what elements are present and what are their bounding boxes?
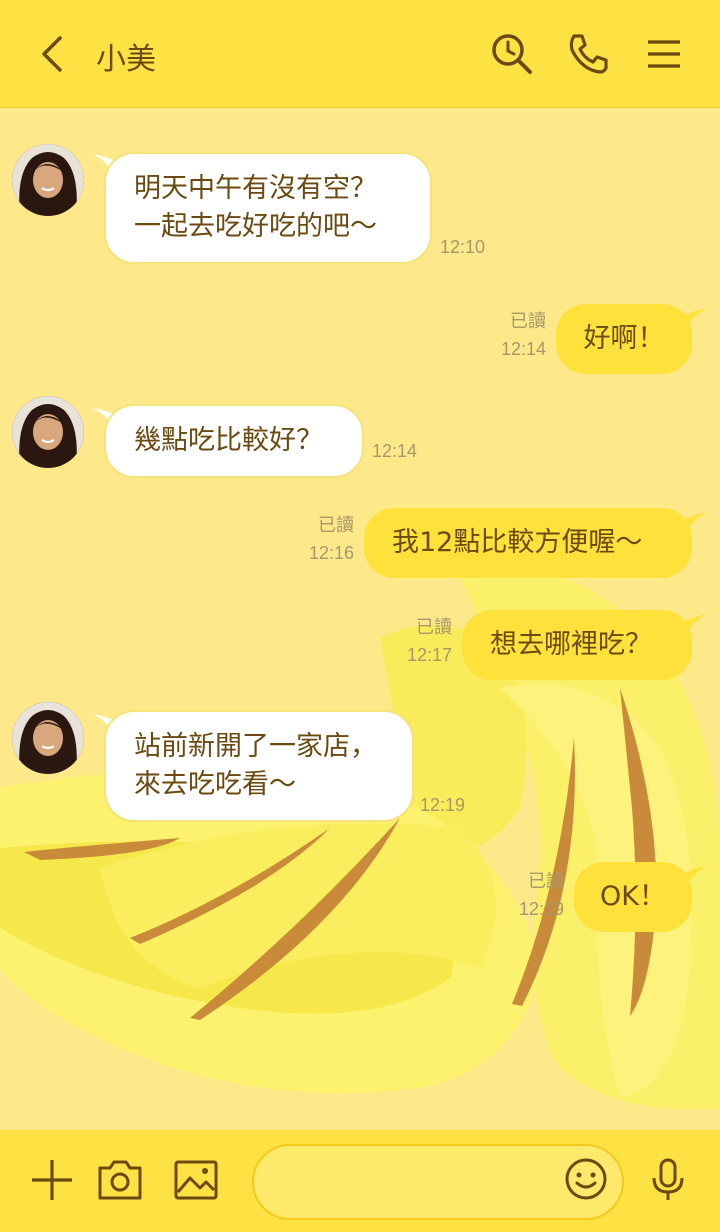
message-bubble-incoming[interactable]: 幾點吃比較好？ (104, 404, 364, 478)
read-receipt: 已讀 (528, 871, 564, 891)
chat-area[interactable]: 明天中午有沒有空？ 一起去吃好吃的吧～ 12:10 已讀 12:14 好啊！ 幾… (0, 108, 720, 1130)
microphone-icon[interactable] (644, 1156, 692, 1204)
message-time: 12:14 (372, 441, 418, 461)
plus-icon[interactable] (28, 1156, 76, 1204)
chat-input-bar (0, 1130, 720, 1232)
search-icon[interactable] (488, 30, 536, 78)
message-bubble-incoming[interactable]: 明天中午有沒有空？ 一起去吃好吃的吧～ (104, 152, 432, 264)
bubble-tail (678, 512, 708, 532)
message-bubble-outgoing[interactable]: 我12點比較方便喔～ (364, 508, 692, 578)
message-bubble-incoming[interactable]: 站前新開了一家店， 來去吃吃看～ (104, 710, 414, 822)
contact-avatar[interactable] (12, 702, 84, 774)
contact-name: 小美 (96, 42, 156, 77)
menu-icon[interactable] (640, 30, 688, 78)
message-input[interactable] (278, 1160, 558, 1204)
message-time: 12:17 (406, 645, 452, 665)
back-chevron-icon[interactable] (30, 30, 74, 78)
message-time: 12:16 (308, 543, 354, 563)
read-receipt: 已讀 (318, 515, 354, 535)
image-icon[interactable] (172, 1156, 220, 1204)
message-time: 12:19 (420, 795, 466, 815)
message-bubble-outgoing[interactable]: 想去哪裡吃？ (462, 610, 692, 680)
read-receipt: 已讀 (510, 311, 546, 331)
message-time: 12:14 (500, 339, 546, 359)
camera-icon[interactable] (96, 1156, 144, 1204)
bubble-tail (678, 866, 708, 886)
bubble-tail (678, 308, 708, 328)
message-bubble-outgoing[interactable]: OK！ (574, 862, 692, 932)
phone-icon[interactable] (564, 30, 612, 78)
message-time: 12:19 (518, 899, 564, 919)
chat-header: 小美 (0, 0, 720, 108)
contact-avatar[interactable] (12, 396, 84, 468)
contact-avatar[interactable] (12, 144, 84, 216)
bubble-tail (678, 614, 708, 634)
emoji-icon[interactable] (562, 1155, 610, 1203)
read-receipt: 已讀 (416, 617, 452, 637)
message-time: 12:10 (440, 237, 486, 257)
message-bubble-outgoing[interactable]: 好啊！ (556, 304, 692, 374)
